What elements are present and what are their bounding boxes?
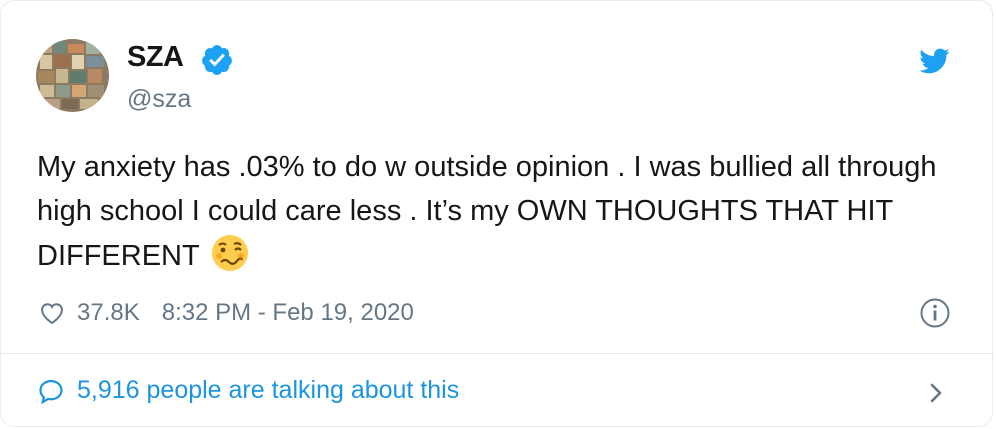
- conversation-link[interactable]: 5,916 people are talking about this: [37, 376, 459, 405]
- heart-icon[interactable]: [37, 299, 67, 327]
- like-count[interactable]: 37.8K: [77, 299, 140, 327]
- tweet-text: My anxiety has .03% to do w outside opin…: [37, 145, 967, 278]
- chevron-right-icon[interactable]: [926, 379, 946, 407]
- tweet-body: My anxiety has .03% to do w outside opin…: [37, 151, 937, 272]
- info-icon[interactable]: [919, 297, 951, 329]
- tweet-meta: 37.8K 8:32 PM - Feb 19, 2020: [37, 295, 414, 331]
- verified-badge-icon: [202, 45, 232, 75]
- tweet-card: SZA @sza My anxiety has .03% to do w out…: [0, 0, 994, 427]
- tweet-timestamp[interactable]: 8:32 PM - Feb 19, 2020: [162, 299, 414, 327]
- woozy-face-icon: [211, 235, 248, 271]
- author-name[interactable]: SZA: [127, 41, 184, 74]
- conversation-label[interactable]: 5,916 people are talking about this: [77, 376, 459, 405]
- twitter-bird-icon[interactable]: [916, 45, 952, 77]
- author-handle[interactable]: @sza: [127, 85, 191, 114]
- reply-bubble-icon: [39, 379, 63, 404]
- avatar[interactable]: [36, 39, 109, 112]
- divider: [1, 353, 994, 354]
